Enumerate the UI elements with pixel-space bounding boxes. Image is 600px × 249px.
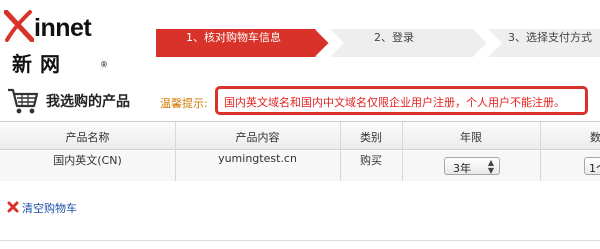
- shopping-cart-icon: [8, 88, 39, 114]
- step-payment: 3、选择支付方式: [508, 31, 592, 44]
- column-header-product-name: 产品名称: [65, 131, 110, 144]
- column-header-category: 类别: [360, 131, 382, 144]
- delete-icon: [7, 201, 19, 213]
- column-divider: [540, 122, 541, 181]
- notice-text: 国内英文域名和国内中文域名仅限企业用户注册，个人用户不能注册。: [224, 96, 565, 109]
- years-select-value: 3年: [453, 162, 471, 175]
- product-content: yumingtest.cn: [218, 152, 297, 165]
- column-header-quantity: 数: [590, 131, 600, 144]
- checkout-steps: 1、核对购物车信息 2、登录 3、选择支付方式: [156, 29, 600, 57]
- divider: [0, 240, 600, 241]
- quantity-select-value: 1个: [589, 162, 600, 175]
- select-updown-icon: ▲ ▼: [487, 158, 494, 175]
- column-header-product-content: 产品内容: [235, 131, 280, 144]
- xinnet-logo[interactable]: innet 新网 ®: [4, 8, 124, 76]
- cart-table: 产品名称 产品内容 类别 年限 数 国内英文(CN) yumingtest.cn…: [0, 121, 600, 181]
- notice-box: 国内英文域名和国内中文域名仅限企业用户注册，个人用户不能注册。: [215, 86, 588, 115]
- registered-mark: ®: [100, 60, 108, 69]
- notice-label: 温馨提示:: [160, 97, 208, 110]
- page-title: 我选购的产品: [46, 94, 130, 110]
- product-name: 国内英文(CN): [53, 154, 122, 167]
- logo-chinese-name: 新网: [12, 52, 68, 76]
- years-select[interactable]: 3年 ▲ ▼: [444, 157, 500, 175]
- quantity-select[interactable]: 1个: [584, 157, 600, 175]
- logo-wordmark: innet: [34, 14, 92, 42]
- product-category: 购买: [360, 154, 382, 167]
- clear-cart-label: 清空购物车: [22, 202, 77, 215]
- column-header-years: 年限: [460, 131, 482, 144]
- step-verify-cart: 1、核对购物车信息: [186, 31, 281, 44]
- step-login: 2、登录: [374, 31, 414, 44]
- logo-x-mark: [4, 10, 34, 42]
